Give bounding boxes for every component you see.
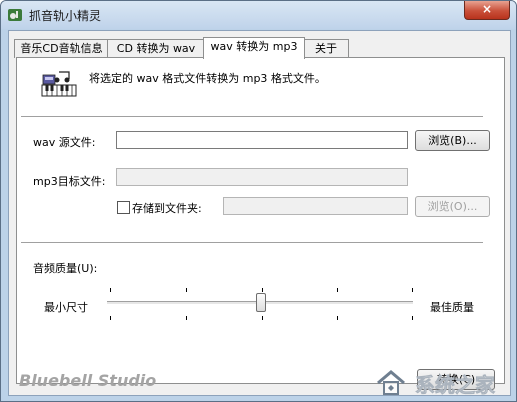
slider-tick (262, 288, 263, 292)
wav-to-mp3-panel (16, 57, 505, 384)
slider-tick (110, 316, 111, 320)
house-logo-icon (377, 370, 405, 395)
tab-cd-track-info[interactable]: 音乐CD音轨信息 (14, 39, 109, 58)
browse-source-button[interactable]: 浏览(B)... (415, 130, 490, 151)
folder-input[interactable] (223, 197, 408, 215)
app-window: 抓音轨小精灵 × 音乐CD音轨信息 CD 转换为 wav wav 转换为 mp3… (0, 0, 517, 402)
divider-top (21, 116, 483, 118)
quality-slider-thumb[interactable] (256, 293, 266, 312)
slider-tick (186, 316, 187, 320)
watermark-text: 系统之家 (415, 373, 496, 398)
slider-tick (412, 288, 413, 292)
tab-wav-to-mp3[interactable]: wav 转换为 mp3 (203, 37, 305, 59)
app-icon (8, 9, 22, 21)
slider-tick (262, 316, 263, 320)
divider-bottom (21, 242, 483, 244)
quality-min-label: 最小尺寸 (44, 301, 88, 314)
tab-cd-to-wav[interactable]: CD 转换为 wav (107, 39, 205, 58)
audio-quality-label: 音频质量(U): (33, 262, 98, 275)
source-file-label: wav 源文件: (33, 136, 96, 149)
browse-folder-button[interactable]: 浏览(O)... (415, 196, 490, 217)
title-bar[interactable]: 抓音轨小精灵 × (1, 1, 516, 29)
slider-tick (412, 316, 413, 320)
save-to-folder-checkbox[interactable] (117, 201, 130, 214)
slider-tick (337, 288, 338, 292)
window-title: 抓音轨小精灵 (29, 9, 102, 23)
quality-max-label: 最佳质量 (430, 301, 474, 314)
slider-tick (337, 316, 338, 320)
brand-label: Bluebell Studio (19, 371, 157, 390)
panel-description: 将选定的 wav 格式文件转换为 mp3 格式文件。 (89, 72, 326, 85)
music-keyboard-icon (41, 71, 77, 97)
client-area: 音乐CD音轨信息 CD 转换为 wav wav 转换为 mp3 关于 将选定的 … (8, 30, 511, 398)
slider-tick (186, 288, 187, 292)
source-file-input[interactable] (116, 131, 408, 149)
tab-about[interactable]: 关于 (303, 39, 349, 58)
target-file-label: mp3目标文件: (33, 175, 106, 188)
slider-tick (110, 288, 111, 292)
close-button[interactable]: × (464, 1, 510, 20)
save-to-folder-label: 存储到文件夹: (132, 202, 202, 215)
target-file-input[interactable] (116, 168, 408, 186)
